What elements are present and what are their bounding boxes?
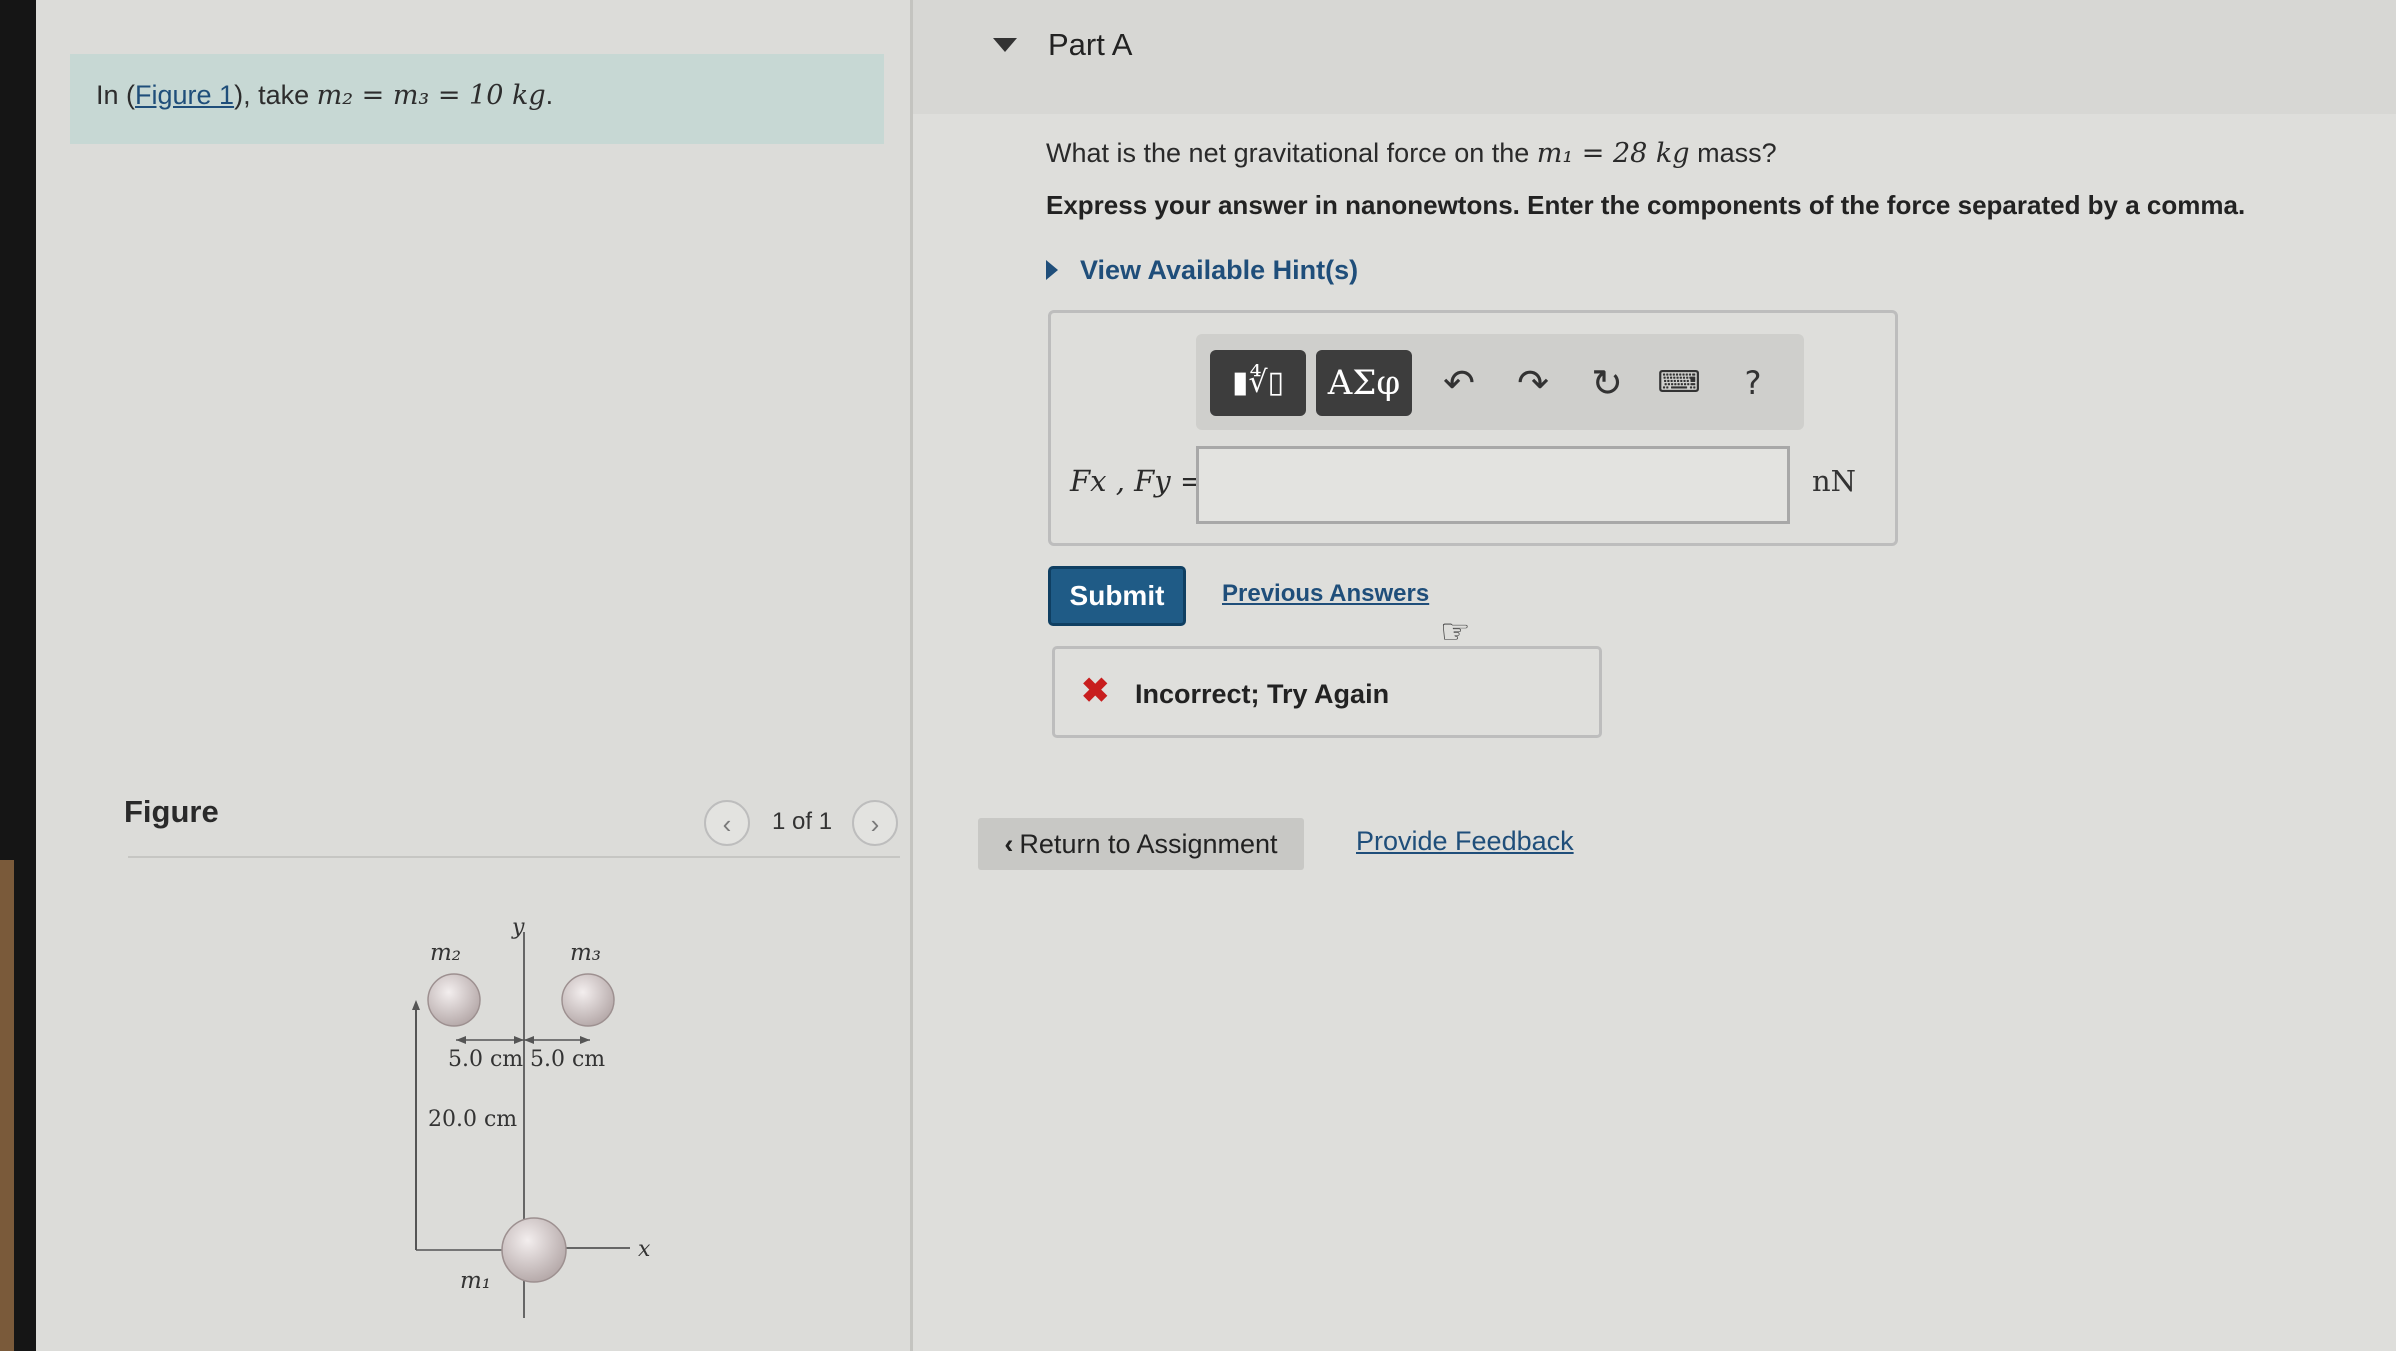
answer-unit: nN	[1812, 464, 1857, 498]
figure-prev-button[interactable]: ‹	[704, 800, 750, 846]
expand-triangle-icon	[1046, 260, 1058, 280]
previous-answers-link[interactable]: Previous Answers	[1222, 580, 1429, 608]
mass-diagram: y x 20.0 cm 5.0 cm 5.0 cm m₂ m₃ m₁	[412, 915, 651, 1318]
submit-button[interactable]: Submit	[1048, 566, 1186, 626]
provide-feedback-link[interactable]: Provide Feedback	[1356, 826, 1574, 857]
dimension-arrow-left	[456, 1036, 466, 1044]
dimension-arrow-right	[580, 1036, 590, 1044]
math-toolbar: ▮∜▯ ΑΣφ ↶ ↷ ↻ ⌨ ?	[1196, 334, 1804, 430]
intro-text: In (Figure 1), take m₂ = m₃ = 10 kg.	[96, 80, 553, 111]
mass-m1	[501, 1217, 567, 1283]
feedback-status: Incorrect; Try Again	[1135, 679, 1390, 709]
keyboard-icon[interactable]: ⌨	[1652, 354, 1706, 412]
m3-label: m₃	[570, 940, 601, 966]
figure-next-button[interactable]: ›	[852, 800, 898, 846]
x-axis-label: x	[638, 1237, 651, 1262]
intro-prefix: In (	[96, 80, 136, 110]
part-header[interactable]: Part A	[913, 0, 2396, 114]
question-prefix: What is the net gravitational force on t…	[1046, 138, 1537, 168]
question-suffix: mass?	[1689, 138, 1777, 168]
chevron-left-icon: ‹	[1004, 829, 1014, 859]
intro-suffix: .	[545, 80, 554, 110]
template-button[interactable]: ▮∜▯	[1210, 350, 1306, 416]
dim-right-label: 5.0 cm	[530, 1047, 605, 1072]
incorrect-x-icon: ✖	[1081, 672, 1110, 710]
feedback-box: ✖ Incorrect; Try Again	[1052, 646, 1602, 738]
collapse-caret-icon[interactable]	[993, 38, 1017, 52]
mass-m2	[427, 973, 481, 1027]
question-text: What is the net gravitational force on t…	[1046, 138, 1777, 169]
part-title: Part A	[1048, 27, 1133, 62]
answer-variable-label: Fx , Fy =	[1070, 464, 1205, 498]
m1-label: m₁	[460, 1268, 491, 1294]
question-math: m₁ = 28 kg	[1536, 138, 1690, 169]
redo-icon[interactable]: ↷	[1506, 354, 1560, 412]
answer-instruction: Express your answer in nanonewtons. Ente…	[1046, 190, 2246, 220]
dim-vertical-label: 20.0 cm	[428, 1107, 517, 1132]
figure-heading: Figure	[124, 794, 219, 829]
m2-label: m₂	[430, 940, 461, 966]
mass-m3	[561, 973, 615, 1027]
figure-counter: 1 of 1	[772, 808, 833, 835]
hints-label: View Available Hint(s)	[1080, 255, 1359, 285]
figure-link[interactable]: Figure 1	[135, 80, 234, 110]
problem-intro: In (Figure 1), take m₂ = m₃ = 10 kg.	[70, 54, 884, 144]
undo-icon[interactable]: ↶	[1432, 354, 1486, 412]
help-button[interactable]: ?	[1726, 354, 1780, 412]
intro-equation: m₂ = m₃ = 10 kg	[316, 80, 546, 111]
return-to-assignment-button[interactable]: ‹ Return to Assignment	[978, 818, 1304, 870]
dimension-arrow-mid-right	[524, 1036, 534, 1044]
chevron-left-icon: ‹	[722, 809, 732, 839]
figure-divider	[128, 856, 900, 858]
chevron-right-icon: ›	[870, 809, 880, 839]
dim-left-label: 5.0 cm	[448, 1047, 523, 1072]
hints-toggle[interactable]: View Available Hint(s)	[1046, 255, 1358, 286]
desk-edge	[0, 860, 14, 1351]
intro-middle: ), take	[234, 80, 317, 110]
y-axis-label: y	[511, 915, 525, 940]
greek-symbols-button[interactable]: ΑΣφ	[1316, 350, 1412, 416]
dimension-arrow-mid-left	[514, 1036, 524, 1044]
dimension-arrow-up	[412, 1000, 420, 1010]
reset-icon[interactable]: ↻	[1580, 354, 1634, 412]
answer-input[interactable]	[1196, 446, 1790, 524]
return-label: Return to Assignment	[1019, 829, 1278, 859]
